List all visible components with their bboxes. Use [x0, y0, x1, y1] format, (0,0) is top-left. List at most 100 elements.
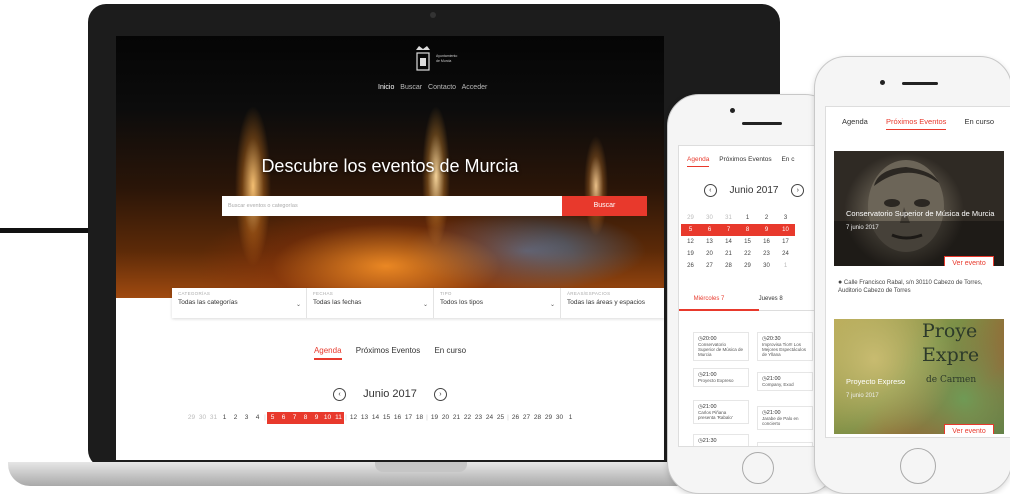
event-card-image[interactable]: Conservatorio Superior de Música de Murc…	[834, 151, 1004, 266]
date-cell[interactable]: 24	[484, 412, 495, 424]
date-cell[interactable]: 30	[554, 412, 565, 424]
date-cell[interactable]: 8	[300, 412, 311, 424]
date-cell[interactable]: 19	[429, 412, 440, 424]
event-card[interactable]: ◷21:00 Jarabe de Palo en concierto	[757, 406, 813, 430]
date-cell[interactable]: 28	[532, 412, 543, 424]
event-card[interactable]: ◷20:00 Conservatorio Superior de Música d…	[693, 332, 749, 361]
chevron-left-icon[interactable]: ‹	[703, 184, 717, 197]
tab-agenda[interactable]: Agenda	[842, 117, 868, 129]
date-cell[interactable]: 14	[719, 236, 738, 248]
date-cell[interactable]: 30	[197, 412, 208, 424]
filter-categories[interactable]: CATEGORÍAS Todas las categorías ⌄	[172, 288, 307, 318]
date-cell[interactable]: 26	[510, 412, 521, 424]
date-cell[interactable]: 11	[333, 412, 344, 424]
date-cell[interactable]: 2	[230, 412, 241, 424]
date-cell[interactable]: 7	[719, 224, 738, 236]
day-miercoles[interactable]: Miércoles 7	[679, 296, 739, 302]
view-event-button[interactable]: Ver evento	[944, 256, 994, 266]
date-cell[interactable]: 7	[289, 412, 300, 424]
date-cell[interactable]: 9	[757, 224, 776, 236]
search-button[interactable]: Buscar	[562, 196, 647, 216]
date-cell[interactable]: 29	[681, 212, 700, 224]
date-cell[interactable]: 12	[348, 412, 359, 424]
date-cell[interactable]: 5	[267, 412, 278, 424]
date-cell[interactable]: 22	[738, 248, 757, 260]
date-cell[interactable]: 13	[359, 412, 370, 424]
date-cell[interactable]: 13	[700, 236, 719, 248]
day-jueves[interactable]: Jueves 8	[741, 296, 801, 302]
date-cell[interactable]: 22	[462, 412, 473, 424]
chevron-left-icon[interactable]: ‹	[333, 388, 347, 401]
date-cell[interactable]: 28	[719, 260, 738, 272]
date-cell[interactable]: 23	[757, 248, 776, 260]
date-cell[interactable]: 1	[565, 412, 576, 424]
date-cell[interactable]: 14	[370, 412, 381, 424]
date-cell[interactable]: 1	[738, 212, 757, 224]
event-card[interactable]: ◷21:00 Proyecto Expreso	[693, 368, 749, 387]
date-cell[interactable]: 23	[473, 412, 484, 424]
search-input[interactable]: Buscar eventos o categorías	[222, 196, 562, 216]
date-cell[interactable]: 15	[381, 412, 392, 424]
home-button[interactable]	[900, 448, 936, 484]
date-cell[interactable]: 10	[776, 224, 795, 236]
tab-agenda[interactable]: Agenda	[313, 346, 342, 360]
date-cell[interactable]: 25	[495, 412, 506, 424]
date-cell[interactable]: 21	[719, 248, 738, 260]
home-button[interactable]	[742, 452, 774, 484]
date-cell[interactable]: 29	[543, 412, 554, 424]
nav-contacto[interactable]: Contacto	[428, 84, 456, 91]
date-cell[interactable]: 1	[776, 260, 795, 272]
date-cell[interactable]: 29	[738, 260, 757, 272]
date-cell[interactable]: 27	[700, 260, 719, 272]
date-cell[interactable]: 30	[700, 212, 719, 224]
date-cell[interactable]: 17	[403, 412, 414, 424]
date-cell[interactable]: 9	[311, 412, 322, 424]
date-cell[interactable]: 10	[322, 412, 333, 424]
tab-en-curso[interactable]: En curso	[434, 346, 466, 358]
date-cell[interactable]: 8	[738, 224, 757, 236]
date-cell[interactable]: 2	[757, 212, 776, 224]
filter-dates[interactable]: FECHAS Todas las fechas ⌄	[307, 288, 434, 318]
tab-agenda[interactable]: Agenda	[687, 156, 710, 167]
event-card[interactable]: ◷21:30	[693, 434, 749, 446]
chevron-right-icon[interactable]: ›	[791, 184, 805, 197]
date-cell[interactable]: 4	[252, 412, 263, 424]
date-cell[interactable]: 6	[278, 412, 289, 424]
date-cell[interactable]: 6	[700, 224, 719, 236]
filter-type[interactable]: TIPO Todos los tipos ⌄	[434, 288, 561, 318]
tab-proximos-eventos[interactable]: Próximos Eventos	[719, 156, 771, 166]
date-cell[interactable]: 17	[776, 236, 795, 248]
tab-proximos-eventos[interactable]: Próximos Eventos	[885, 117, 947, 130]
date-cell[interactable]: 21	[451, 412, 462, 424]
nav-inicio[interactable]: Inicio	[378, 84, 394, 91]
date-cell[interactable]: 5	[681, 224, 700, 236]
event-card[interactable]: ◷20:30 Improvisa Tio!!! Los Mejores Espec…	[757, 332, 813, 361]
date-cell[interactable]: 29	[186, 412, 197, 424]
date-cell[interactable]: 26	[681, 260, 700, 272]
chevron-right-icon[interactable]: ›	[433, 388, 447, 401]
view-event-button[interactable]: Ver evento	[944, 424, 994, 434]
event-card-image[interactable]: Proye Expre de Carmen Proyecto Expreso 7…	[834, 319, 1004, 434]
date-cell[interactable]: 3	[776, 212, 795, 224]
date-cell[interactable]: 16	[757, 236, 776, 248]
date-cell[interactable]: 20	[440, 412, 451, 424]
filter-areas[interactable]: ÁREAS/ESPACIOS Todas las áreas y espacio…	[561, 288, 664, 318]
date-cell[interactable]: 18	[414, 412, 425, 424]
date-cell[interactable]: 31	[719, 212, 738, 224]
date-cell[interactable]: 24	[776, 248, 795, 260]
event-card[interactable]: ◷22:00	[757, 442, 813, 446]
event-card[interactable]: ◷21:00 Company, Exod	[757, 372, 813, 391]
tab-proximos-eventos[interactable]: Próximos Eventos	[356, 346, 420, 358]
date-cell[interactable]: 30	[757, 260, 776, 272]
date-cell[interactable]: 31	[208, 412, 219, 424]
tab-en-curso[interactable]: En c	[781, 156, 794, 166]
date-cell[interactable]: 3	[241, 412, 252, 424]
tab-en-curso[interactable]: En curso	[965, 117, 995, 129]
date-cell[interactable]: 15	[738, 236, 757, 248]
date-cell[interactable]: 16	[392, 412, 403, 424]
nav-buscar[interactable]: Buscar	[400, 84, 422, 91]
date-cell[interactable]: 20	[700, 248, 719, 260]
date-cell[interactable]: 27	[521, 412, 532, 424]
date-cell[interactable]: 1	[219, 412, 230, 424]
nav-acceder[interactable]: Acceder	[462, 84, 488, 91]
